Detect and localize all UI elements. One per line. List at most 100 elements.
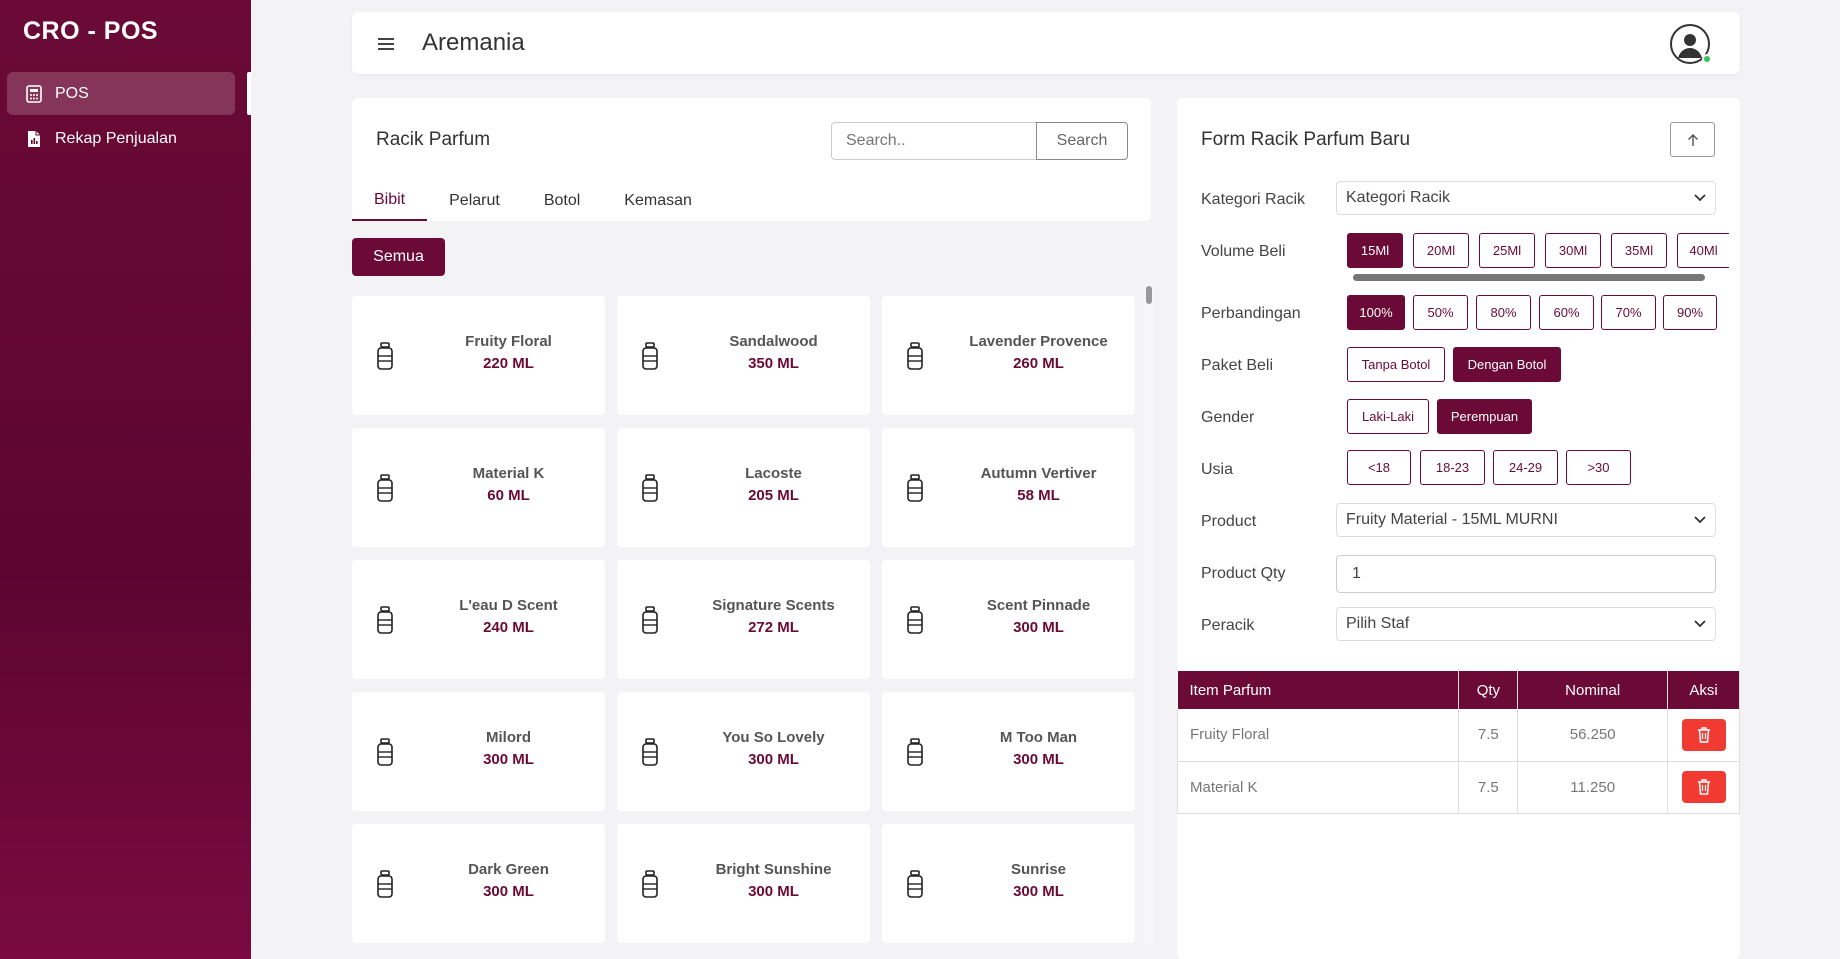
bottle-icon <box>642 738 658 766</box>
grid-scrollbar[interactable] <box>1144 284 1153 944</box>
bottle-icon <box>642 474 658 502</box>
col-nominal: Nominal <box>1517 671 1669 709</box>
usia-option-24-29[interactable]: 24-29 <box>1493 450 1558 485</box>
sidebar-item-pos[interactable]: POS <box>7 72 235 115</box>
racik-items-table: Item Parfum Qty Nominal Aksi Fruity Flor… <box>1176 671 1740 814</box>
peracik-label: Peracik <box>1201 617 1255 634</box>
volume-option-35ml[interactable]: 35Ml <box>1611 233 1667 268</box>
bottle-icon <box>377 474 393 502</box>
sidebar-item-label: Rekap Penjualan <box>55 129 177 147</box>
kategori-select[interactable]: Kategori Racik <box>1336 181 1716 215</box>
peracik-select[interactable]: Pilih Staf <box>1336 607 1716 641</box>
col-qty: Qty <box>1458 671 1519 709</box>
volume-option-25ml[interactable]: 25Ml <box>1479 233 1535 268</box>
search-button[interactable]: Search <box>1036 122 1128 160</box>
qty-label: Product Qty <box>1201 565 1286 582</box>
volume-option-15ml[interactable]: 15Ml <box>1347 233 1403 268</box>
filter-semua-button[interactable]: Semua <box>352 238 445 276</box>
product-card[interactable]: Lavender Provence 260 ML <box>882 296 1135 415</box>
paket-option-dengan-botol[interactable]: Dengan Botol <box>1453 347 1561 382</box>
product-info: Milord 300 ML <box>412 729 605 768</box>
product-info: Fruity Floral 220 ML <box>412 333 605 372</box>
gender-option-laki-laki[interactable]: Laki-Laki <box>1347 399 1429 434</box>
bottle-icon <box>377 606 393 634</box>
product-name: M Too Man <box>999 729 1078 746</box>
volume-option-30ml[interactable]: 30Ml <box>1545 233 1601 268</box>
product-name: Scent Pinnade <box>986 597 1091 614</box>
product-card[interactable]: You So Lovely 300 ML <box>617 692 870 811</box>
ratio-option-60[interactable]: 60% <box>1539 295 1594 330</box>
sidebar-item-rekap-penjualan[interactable]: Rekap Penjualan <box>7 117 235 160</box>
tab-pelarut[interactable]: Pelarut <box>427 180 522 221</box>
gender-option-perempuan[interactable]: Perempuan <box>1437 399 1532 434</box>
product-card[interactable]: Autumn Vertiver 58 ML <box>882 428 1135 547</box>
volume-option-40ml[interactable]: 40Ml <box>1677 233 1729 268</box>
product-info: You So Lovely 300 ML <box>677 729 870 768</box>
product-name: Material K <box>472 465 545 482</box>
sidebar-item-label: POS <box>55 84 89 102</box>
trash-icon <box>1697 727 1710 743</box>
product-name: Milord <box>486 729 531 746</box>
product-card[interactable]: Lacoste 205 ML <box>617 428 870 547</box>
product-info: Dark Green 300 ML <box>412 861 605 900</box>
ratio-option-50[interactable]: 50% <box>1413 295 1468 330</box>
tab-bibit[interactable]: Bibit <box>352 180 428 221</box>
product-volume: 300 ML <box>748 751 799 768</box>
product-label: Product <box>1201 513 1257 530</box>
product-card[interactable]: M Too Man 300 ML <box>882 692 1135 811</box>
report-icon <box>25 130 43 148</box>
product-qty-input[interactable]: 1 <box>1336 555 1716 593</box>
volume-scrollbar[interactable] <box>1353 274 1705 281</box>
product-card[interactable]: Bright Sunshine 300 ML <box>617 824 870 943</box>
usia-option-under-18[interactable]: <18 <box>1347 450 1411 485</box>
product-name: Fruity Floral <box>465 333 552 350</box>
product-info: M Too Man 300 ML <box>942 729 1135 768</box>
product-info: Material K 60 ML <box>412 465 605 504</box>
product-name: Lavender Provence <box>969 333 1108 350</box>
product-select[interactable]: Fruity Material - 15ML MURNI <box>1336 503 1716 537</box>
product-info: Sunrise 300 ML <box>942 861 1135 900</box>
volume-option-20ml[interactable]: 20Ml <box>1413 233 1469 268</box>
grid-scrollbar-thumb[interactable] <box>1146 286 1152 304</box>
product-card[interactable]: Scent Pinnade 300 ML <box>882 560 1135 679</box>
product-card[interactable]: Sandalwood 350 ML <box>617 296 870 415</box>
product-card[interactable]: Signature Scents 272 ML <box>617 560 870 679</box>
delete-button[interactable] <box>1681 718 1726 751</box>
ratio-option-70[interactable]: 70% <box>1601 295 1656 330</box>
usia-option-over-30[interactable]: >30 <box>1566 450 1631 485</box>
product-card[interactable]: Fruity Floral 220 ML <box>352 296 605 415</box>
product-volume: 300 ML <box>483 751 534 768</box>
cell-qty: 7.5 <box>1458 761 1519 814</box>
top-header: Aremania <box>352 12 1740 74</box>
peracik-value: Pilih Staf <box>1346 615 1410 632</box>
product-name: Lacoste <box>745 465 802 482</box>
product-card[interactable]: Material K 60 ML <box>352 428 605 547</box>
product-info: Sandalwood 350 ML <box>677 333 870 372</box>
product-card[interactable]: Dark Green 300 ML <box>352 824 605 943</box>
racik-parfum-panel: Racik Parfum Search Bibit Pelarut Botol … <box>352 98 1151 221</box>
search-input[interactable] <box>831 122 1037 160</box>
ratio-option-100[interactable]: 100% <box>1347 295 1405 330</box>
delete-button[interactable] <box>1681 771 1726 803</box>
tab-botol[interactable]: Botol <box>522 180 602 221</box>
arrow-up-icon <box>1687 133 1698 146</box>
sidebar: CRO - POS POS Rekap Penjualan <box>0 0 251 959</box>
product-card[interactable]: L'eau D Scent 240 ML <box>352 560 605 679</box>
perbandingan-label: Perbandingan <box>1201 305 1301 322</box>
bottle-icon <box>907 738 923 766</box>
product-card[interactable]: Sunrise 300 ML <box>882 824 1135 943</box>
trash-icon <box>1697 779 1710 795</box>
ratio-option-90[interactable]: 90% <box>1663 295 1717 330</box>
product-card[interactable]: Milord 300 ML <box>352 692 605 811</box>
ratio-option-80[interactable]: 80% <box>1476 295 1531 330</box>
usia-option-18-23[interactable]: 18-23 <box>1420 450 1485 485</box>
product-info: Autumn Vertiver 58 ML <box>942 465 1135 504</box>
scroll-up-button[interactable] <box>1670 122 1715 157</box>
tab-kemasan[interactable]: Kemasan <box>602 180 714 221</box>
paket-option-tanpa-botol[interactable]: Tanpa Botol <box>1347 347 1445 382</box>
product-name: Autumn Vertiver <box>980 465 1097 482</box>
table-header-row: Item Parfum Qty Nominal Aksi <box>1177 671 1740 709</box>
cell-nominal: 11.250 <box>1517 761 1669 814</box>
menu-toggle-icon[interactable] <box>378 35 396 51</box>
form-title: Form Racik Parfum Baru <box>1201 129 1411 150</box>
